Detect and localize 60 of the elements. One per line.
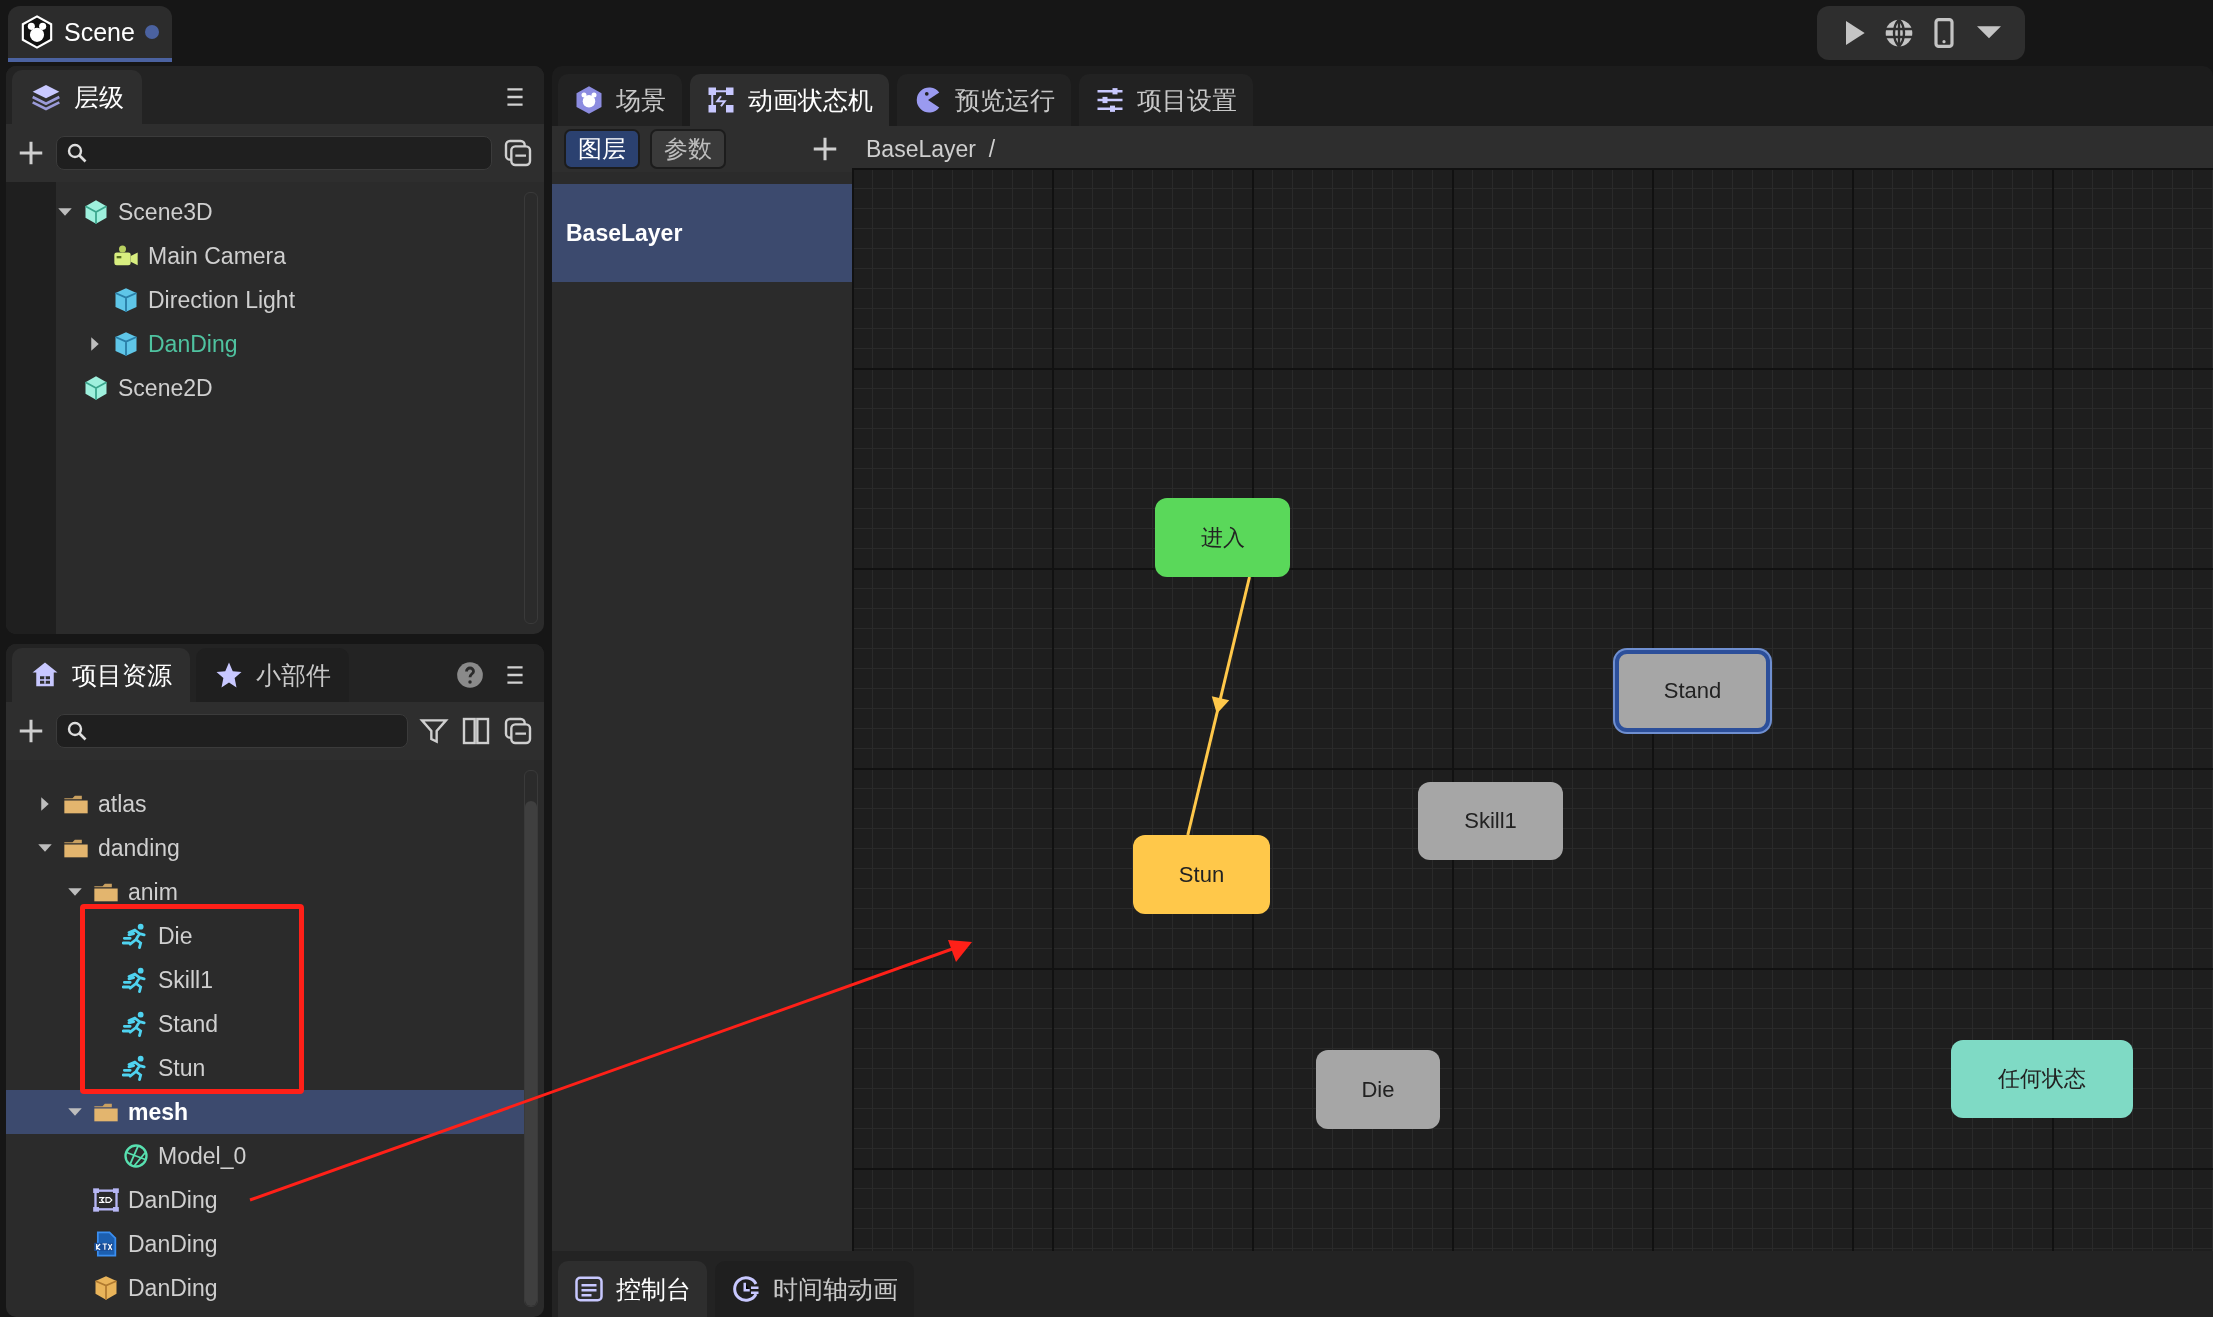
state-node[interactable]: Stun [1133,835,1270,914]
tree-item[interactable]: Die [6,914,524,958]
console-icon [574,1274,604,1304]
cube-icon [112,286,140,314]
help-icon[interactable] [456,661,484,689]
tab[interactable]: 动画状态机 [690,74,889,126]
tree-item[interactable]: Scene3D [56,190,524,234]
cube-icon [82,198,110,226]
state-node[interactable]: 任何状态 [1951,1040,2133,1118]
tab[interactable]: 控制台 [558,1261,707,1317]
scrollbar-thumb[interactable] [525,801,537,1306]
tree-item[interactable]: Stand [6,1002,524,1046]
tree-item[interactable]: anim [6,870,524,914]
tree-item[interactable]: DanDing [6,1266,524,1310]
tree-item[interactable]: DanDing [6,1178,524,1222]
tab[interactable]: 项目设置 [1079,74,1253,126]
breadcrumb[interactable]: BaseLayer / [852,135,996,163]
clock-icon [731,1274,761,1304]
toggle-button[interactable]: 图层 [564,129,640,169]
tree-item[interactable]: Scene2D [56,366,524,410]
tree-item[interactable]: Main Camera [56,234,524,278]
tab[interactable]: 预览运行 [897,74,1071,126]
tree-item[interactable]: Model_0 [6,1134,524,1178]
panel-tab[interactable]: 小部件 [196,648,349,702]
sliders-icon [1095,85,1125,115]
tree-item[interactable]: mesh [6,1090,524,1134]
layer-item[interactable]: BaseLayer [552,184,852,282]
toggle-button[interactable]: 参数 [650,129,726,169]
search-icon [65,719,89,743]
state-node[interactable]: Skill1 [1418,782,1563,860]
state-node[interactable]: Die [1316,1050,1440,1129]
tree-item[interactable]: danding [6,826,524,870]
tab[interactable]: 时间轴动画 [715,1261,914,1317]
node-graph-icon [706,85,736,115]
split-view-icon[interactable] [460,715,492,747]
monkey-hex-icon [574,85,604,115]
tree-item[interactable]: DanDing [6,1222,524,1266]
tree-item[interactable]: Direction Light [56,278,524,322]
3d-frame-icon [92,1186,120,1214]
state-node[interactable]: 进入 [1155,498,1290,577]
box-icon [92,1274,120,1302]
state-node[interactable]: Stand [1615,650,1770,732]
scene-tab[interactable]: Scene [8,6,172,62]
tree-item[interactable]: Skill1 [6,958,524,1002]
tree-item[interactable]: Stun [6,1046,524,1090]
cube-icon [112,330,140,358]
cube-icon [82,374,110,402]
globe-mesh-icon [122,1142,150,1170]
collapse-all-icon[interactable] [502,137,534,169]
search-field[interactable] [56,714,408,748]
monkey-logo-icon [20,15,54,49]
search-icon [65,141,89,165]
transition-arrow[interactable] [1186,576,1251,836]
tab[interactable]: 场景 [558,74,682,126]
tree-item[interactable]: atlas [6,782,524,826]
hierarchy-tab[interactable]: 层级 [12,70,142,124]
collapse-all-icon[interactable] [502,715,534,747]
search-field[interactable] [56,136,492,170]
panel-tab[interactable]: 项目资源 [12,648,190,702]
tree-item[interactable]: DanDing [56,322,524,366]
